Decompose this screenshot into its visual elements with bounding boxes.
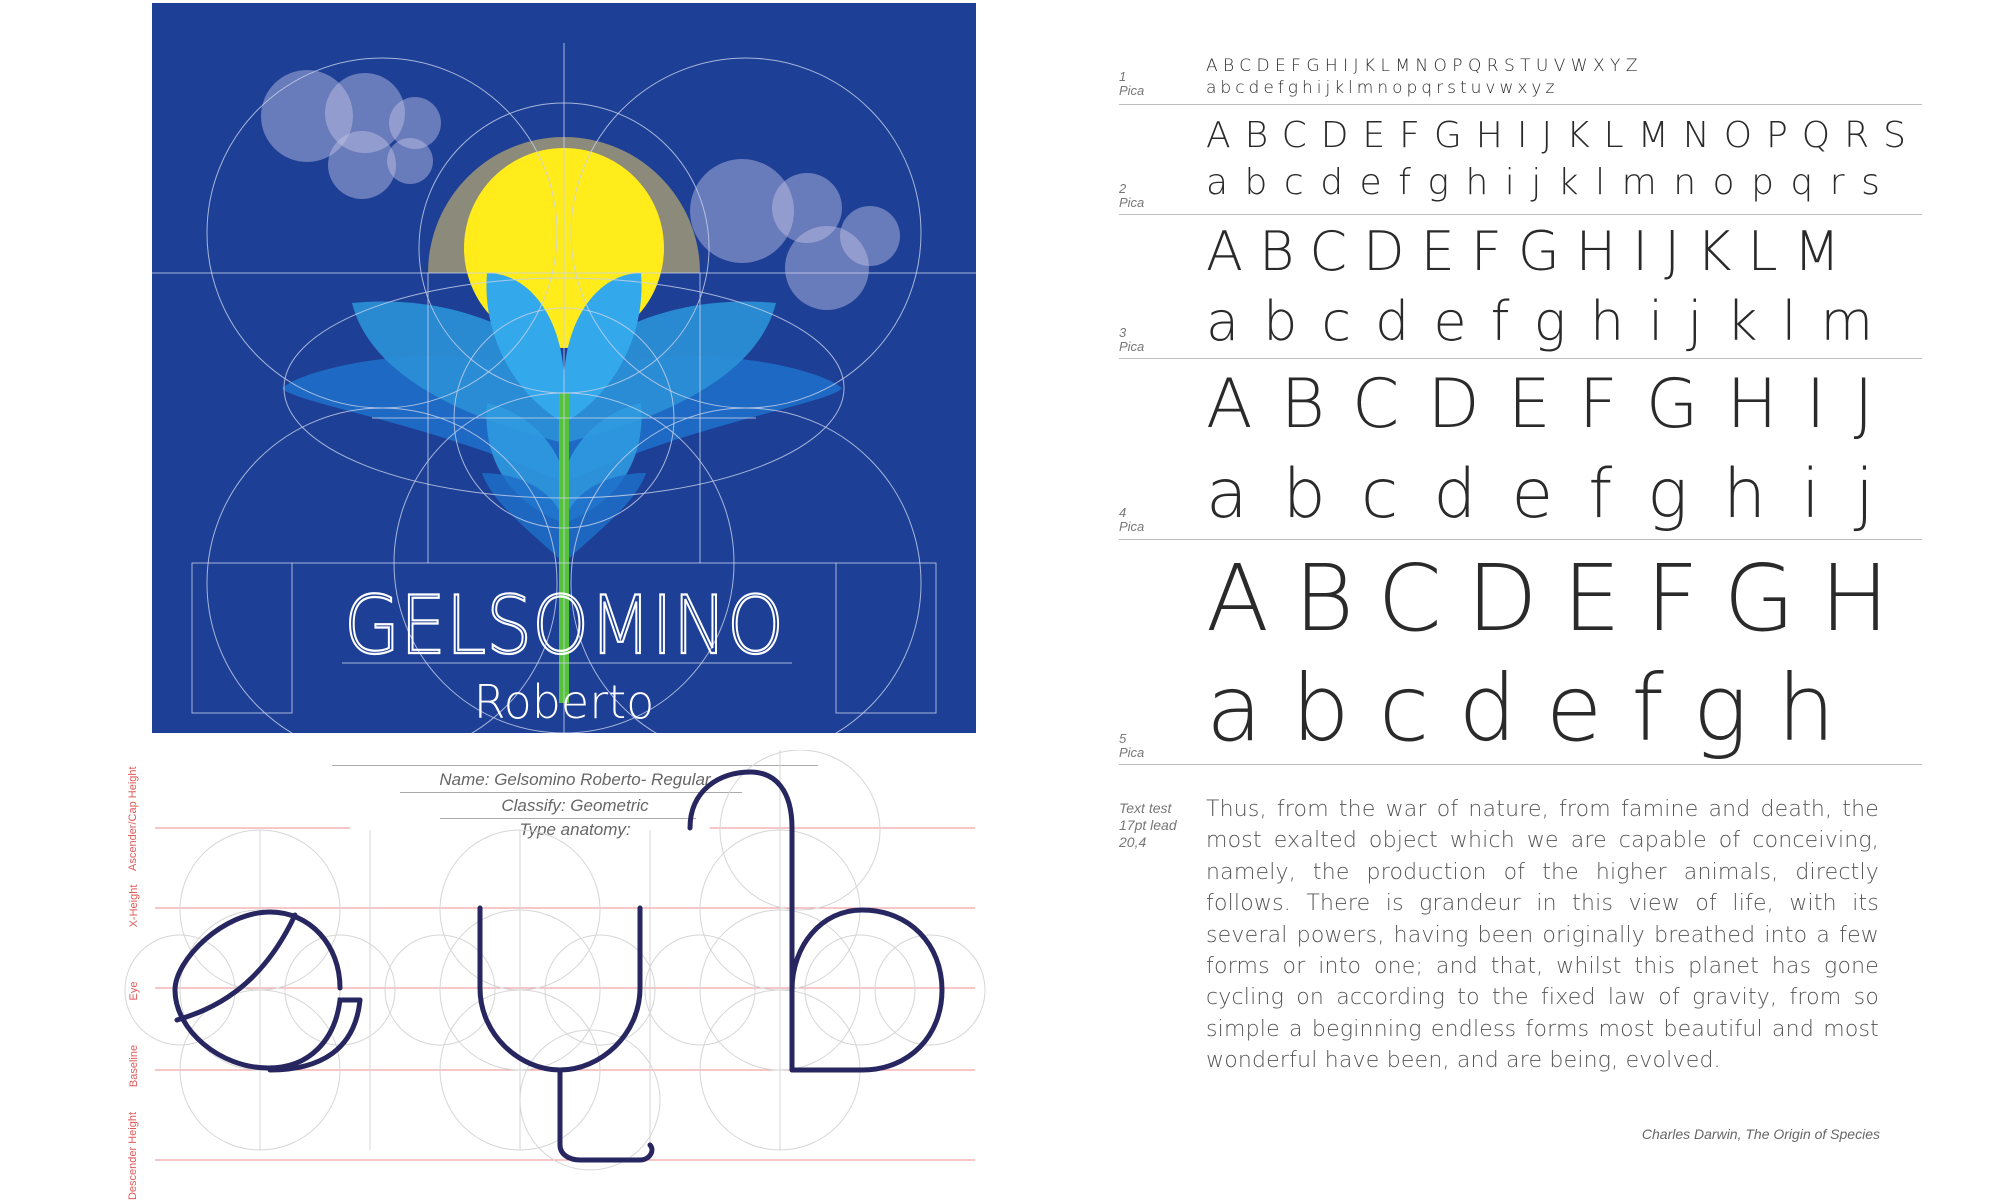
pica-rule-3: [1119, 358, 1922, 359]
type-anatomy-diagram: [124, 750, 986, 1171]
label-descender: Descender Height: [127, 1111, 139, 1201]
construction-circles: [124, 750, 986, 1171]
text-test-label: Text test 17pt lead 20,4: [1119, 800, 1177, 850]
poster-artwork: GELSOMINO Roberto: [152, 3, 976, 733]
poster-subtitle: Roberto: [474, 675, 655, 729]
label-ascender: Ascender/Cap Height: [127, 766, 139, 871]
specimen-5-lower: abcdefgh: [1206, 655, 1865, 762]
pica-rule-5: [1119, 764, 1922, 765]
poster-title: GELSOMINO: [344, 579, 784, 672]
specimen-4-lower: abcdefghij: [1206, 455, 1909, 534]
pica-label-4: 4 Pica: [1119, 505, 1145, 534]
specimen-3-upper: ABCDEFGHIJKLM: [1206, 220, 1857, 283]
label-eye: Eye: [128, 981, 140, 1001]
pica-label-5: 5 Pica: [1119, 731, 1145, 760]
specimen-2-lower: abcdefghijklmnopqrs: [1206, 162, 1897, 203]
pica-rule-4: [1119, 539, 1922, 540]
specimen-1-lower: abcdefghijklmnopqrstuvwxyz: [1206, 78, 1559, 98]
pica-label-1: 1 Pica: [1119, 69, 1145, 98]
text-test-paragraph: Thus, from the war of nature, from famin…: [1206, 797, 1879, 1074]
guide-lines: [155, 827, 975, 1161]
label-baseline: Baseline: [128, 1044, 140, 1088]
specimen-4-upper: ABCDEFGHIJ: [1206, 365, 1902, 444]
specimen-3-lower: abcdefghijklm: [1206, 290, 1898, 353]
specimen-2-upper: ABCDEFGHIJKLMNOPQRS: [1206, 115, 1920, 156]
pica-rule-2: [1119, 214, 1922, 215]
specimen-1-upper: ABCDEFGHIJKLMNOPQRSTUVWXYZ: [1206, 56, 1643, 76]
pica-rule-1: [1119, 104, 1922, 105]
pica-label-2: 2 Pica: [1119, 181, 1145, 210]
specimen-5-upper: ABCDEFGH: [1206, 545, 1915, 652]
pica-label-3: 3 Pica: [1119, 325, 1145, 354]
label-xheight: X-Height: [128, 884, 140, 928]
attribution: Charles Darwin, The Origin of Species: [1641, 1126, 1880, 1142]
